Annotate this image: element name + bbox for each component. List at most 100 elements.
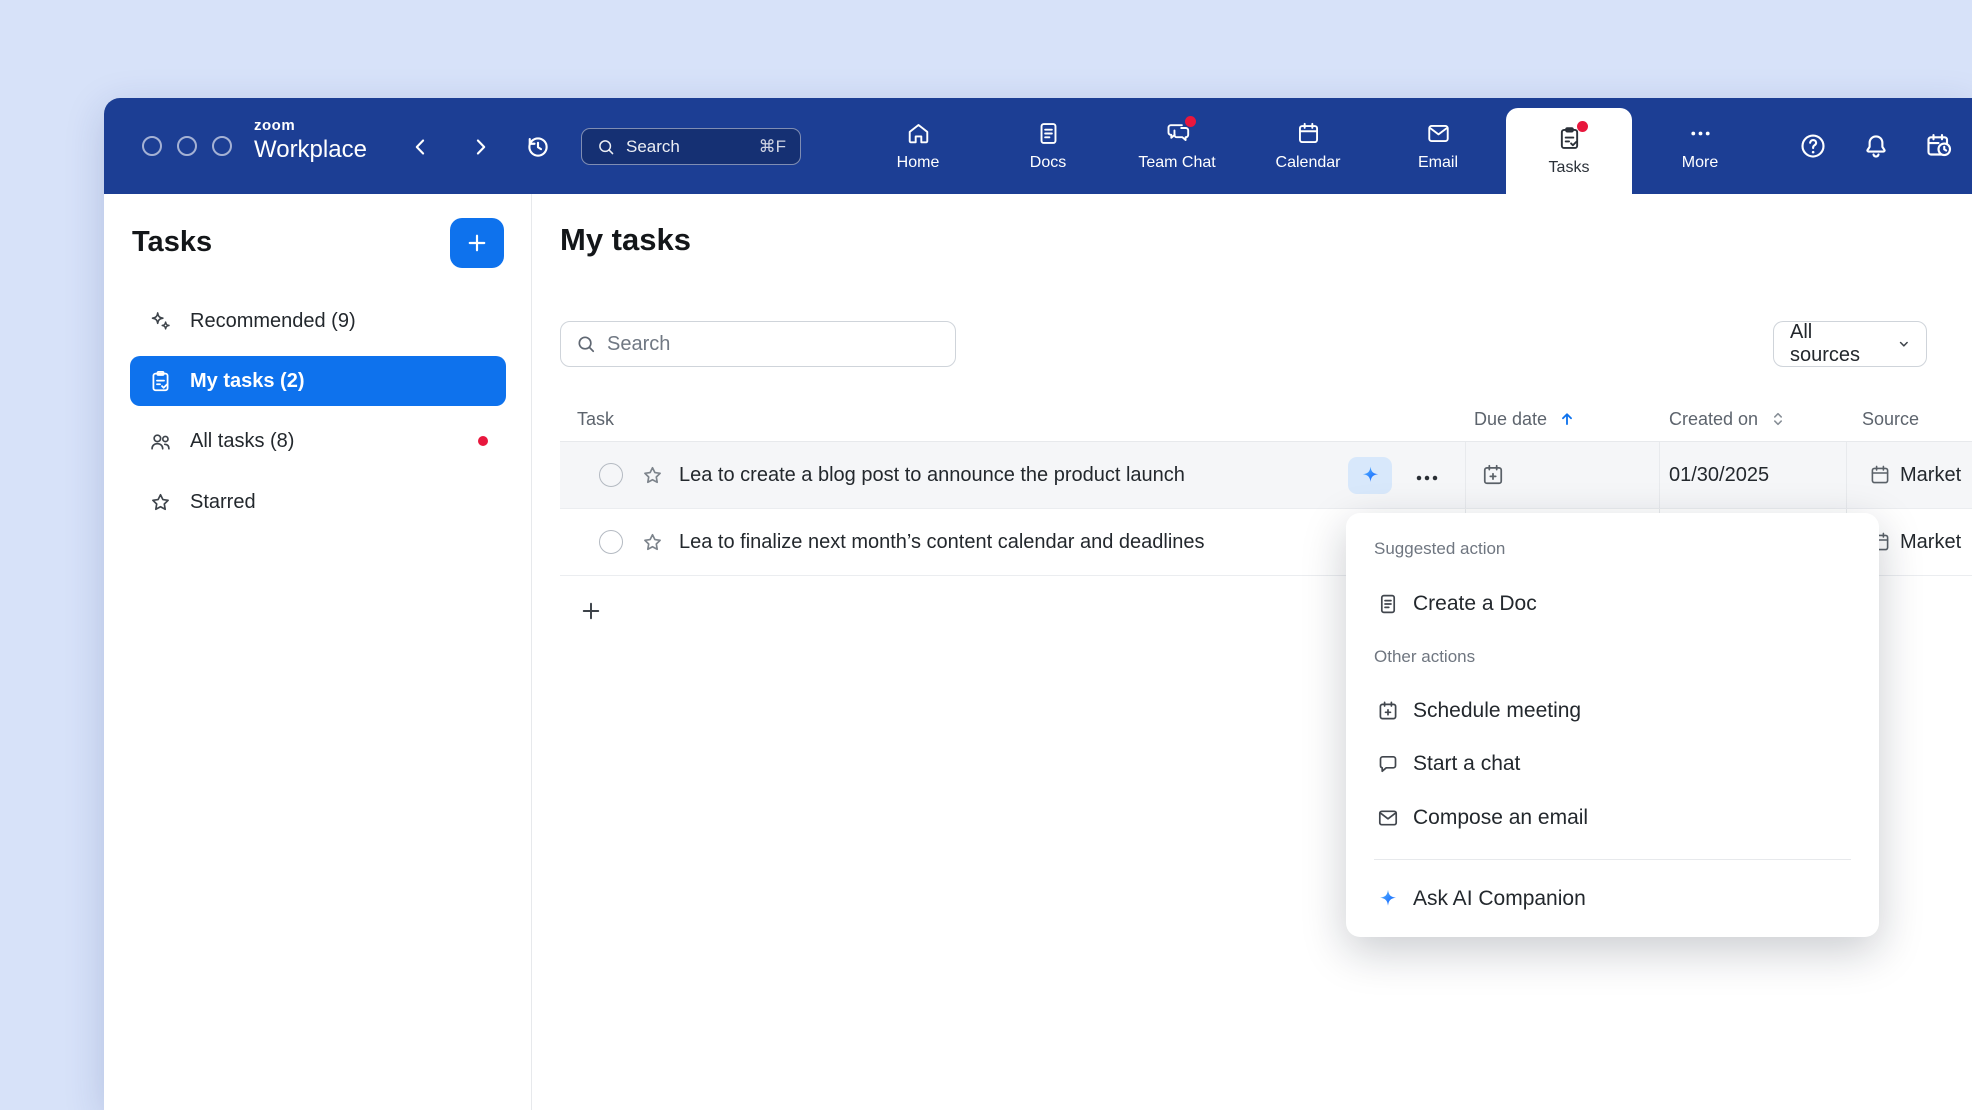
menu-item-create-doc[interactable]: Create a Doc: [1362, 577, 1863, 631]
topbar: zoom Workplace Search ⌘F: [104, 98, 1972, 194]
add-task-button[interactable]: [450, 218, 504, 268]
sidebar-item-all-tasks[interactable]: All tasks (8): [130, 416, 506, 466]
nav-tasks[interactable]: Tasks: [1506, 108, 1632, 194]
sidebar-label-my-tasks: My tasks (2): [190, 370, 305, 393]
ellipsis-icon: [1412, 463, 1442, 493]
nav-label-docs: Docs: [1030, 154, 1066, 172]
column-created-on[interactable]: Created on: [1669, 396, 1789, 442]
star-icon[interactable]: [640, 530, 665, 555]
menu-item-compose-email[interactable]: Compose an email: [1362, 791, 1863, 845]
ai-companion-button[interactable]: [1348, 457, 1392, 494]
team-chat-badge: [1185, 116, 1196, 127]
my-tasks-icon: [148, 369, 173, 394]
window-control-2[interactable]: [177, 136, 197, 156]
window-control-3[interactable]: [212, 136, 232, 156]
task-complete-radio[interactable]: [599, 463, 623, 487]
calendar-plus-icon: [1480, 462, 1506, 488]
column-source: Source: [1862, 396, 1919, 442]
sidebar: Tasks Recommended (9): [104, 194, 532, 1110]
help-icon: [1798, 131, 1828, 161]
task-actions-menu: Suggested action Create a Doc Other acti…: [1346, 513, 1879, 937]
nav-label-email: Email: [1418, 154, 1458, 172]
task-search-input[interactable]: [607, 333, 941, 356]
all-tasks-badge: [478, 436, 488, 446]
nav-email[interactable]: Email: [1386, 98, 1490, 194]
nav-more[interactable]: More: [1648, 98, 1752, 194]
email-icon: [1425, 120, 1452, 147]
menu-item-start-chat[interactable]: Start a chat: [1362, 737, 1863, 791]
column-divider: [1846, 442, 1847, 508]
calendar-icon: [1295, 120, 1322, 147]
envelope-icon: [1376, 806, 1400, 830]
add-task-inline-button[interactable]: [578, 598, 604, 624]
chevron-left-icon: [407, 133, 435, 161]
task-complete-radio[interactable]: [599, 530, 623, 554]
calendar-clock-icon: [1924, 131, 1954, 161]
history-button[interactable]: [523, 132, 553, 162]
sources-filter-label: All sources: [1790, 321, 1886, 367]
ai-companion-icon: [1376, 887, 1400, 911]
back-button[interactable]: [407, 133, 435, 161]
nav-label-calendar: Calendar: [1276, 154, 1341, 172]
menu-item-ask-ai[interactable]: Ask AI Companion: [1362, 872, 1863, 926]
set-due-date-button[interactable]: [1480, 462, 1506, 488]
column-due-date[interactable]: Due date: [1474, 396, 1578, 442]
chevron-right-icon: [466, 133, 494, 161]
page-title: My tasks: [560, 222, 691, 258]
sort-asc-icon[interactable]: [1556, 408, 1578, 430]
task-title[interactable]: Lea to create a blog post to announce th…: [679, 442, 1185, 509]
star-icon[interactable]: [640, 463, 665, 488]
column-task: Task: [577, 396, 614, 442]
menu-item-label: Compose an email: [1413, 806, 1588, 830]
upcoming-meetings-button[interactable]: [1924, 131, 1954, 161]
nav-label-team-chat: Team Chat: [1138, 154, 1215, 172]
sources-filter[interactable]: All sources: [1773, 321, 1927, 367]
nav-docs[interactable]: Docs: [996, 98, 1100, 194]
chevron-down-icon: [1894, 334, 1914, 354]
nav-label-more: More: [1682, 154, 1718, 172]
task-search[interactable]: [560, 321, 956, 367]
help-button[interactable]: [1798, 131, 1828, 161]
nav-label-home: Home: [897, 154, 940, 172]
sort-toggle-icon[interactable]: [1767, 408, 1789, 430]
menu-item-label: Schedule meeting: [1413, 699, 1581, 723]
people-icon: [148, 429, 173, 454]
team-chat-icon: [1164, 120, 1191, 147]
window-control-1[interactable]: [142, 136, 162, 156]
logo-zoom: zoom: [254, 118, 367, 135]
global-search-placeholder: Search: [626, 137, 749, 157]
nav-home[interactable]: Home: [866, 98, 970, 194]
tasks-icon: [1556, 125, 1583, 152]
sidebar-item-recommended[interactable]: Recommended (9): [130, 296, 506, 346]
more-icon: [1687, 120, 1714, 147]
menu-item-label: Ask AI Companion: [1413, 887, 1586, 911]
search-shortcut: ⌘F: [759, 137, 786, 157]
column-divider: [1659, 442, 1660, 508]
logo-workplace: Workplace: [254, 137, 367, 163]
home-icon: [905, 120, 932, 147]
calendar-plus-icon: [1376, 699, 1400, 723]
table-row[interactable]: Lea to create a blog post to announce th…: [560, 442, 1972, 509]
notifications-button[interactable]: [1861, 131, 1891, 161]
menu-item-schedule-meeting[interactable]: Schedule meeting: [1362, 684, 1863, 738]
docs-icon: [1035, 120, 1062, 147]
sidebar-item-starred[interactable]: Starred: [130, 477, 506, 527]
menu-divider: [1374, 859, 1851, 860]
plus-icon: [464, 230, 490, 256]
nav-team-chat[interactable]: Team Chat: [1125, 98, 1229, 194]
global-search[interactable]: Search ⌘F: [581, 128, 801, 165]
source-value: Market: [1900, 442, 1961, 509]
column-source-label: Source: [1862, 409, 1919, 430]
row-more-button[interactable]: [1412, 463, 1442, 488]
nav-calendar[interactable]: Calendar: [1256, 98, 1360, 194]
search-icon: [575, 333, 597, 355]
task-title[interactable]: Lea to finalize next month’s content cal…: [679, 509, 1205, 576]
doc-icon: [1376, 592, 1400, 616]
menu-section-other: Other actions: [1374, 643, 1475, 671]
nav-label-tasks: Tasks: [1549, 159, 1590, 177]
app-window: zoom Workplace Search ⌘F: [104, 98, 1972, 1110]
sidebar-item-my-tasks[interactable]: My tasks (2): [130, 356, 506, 406]
forward-button[interactable]: [466, 133, 494, 161]
menu-item-label: Start a chat: [1413, 752, 1520, 776]
column-created-on-label: Created on: [1669, 409, 1758, 430]
